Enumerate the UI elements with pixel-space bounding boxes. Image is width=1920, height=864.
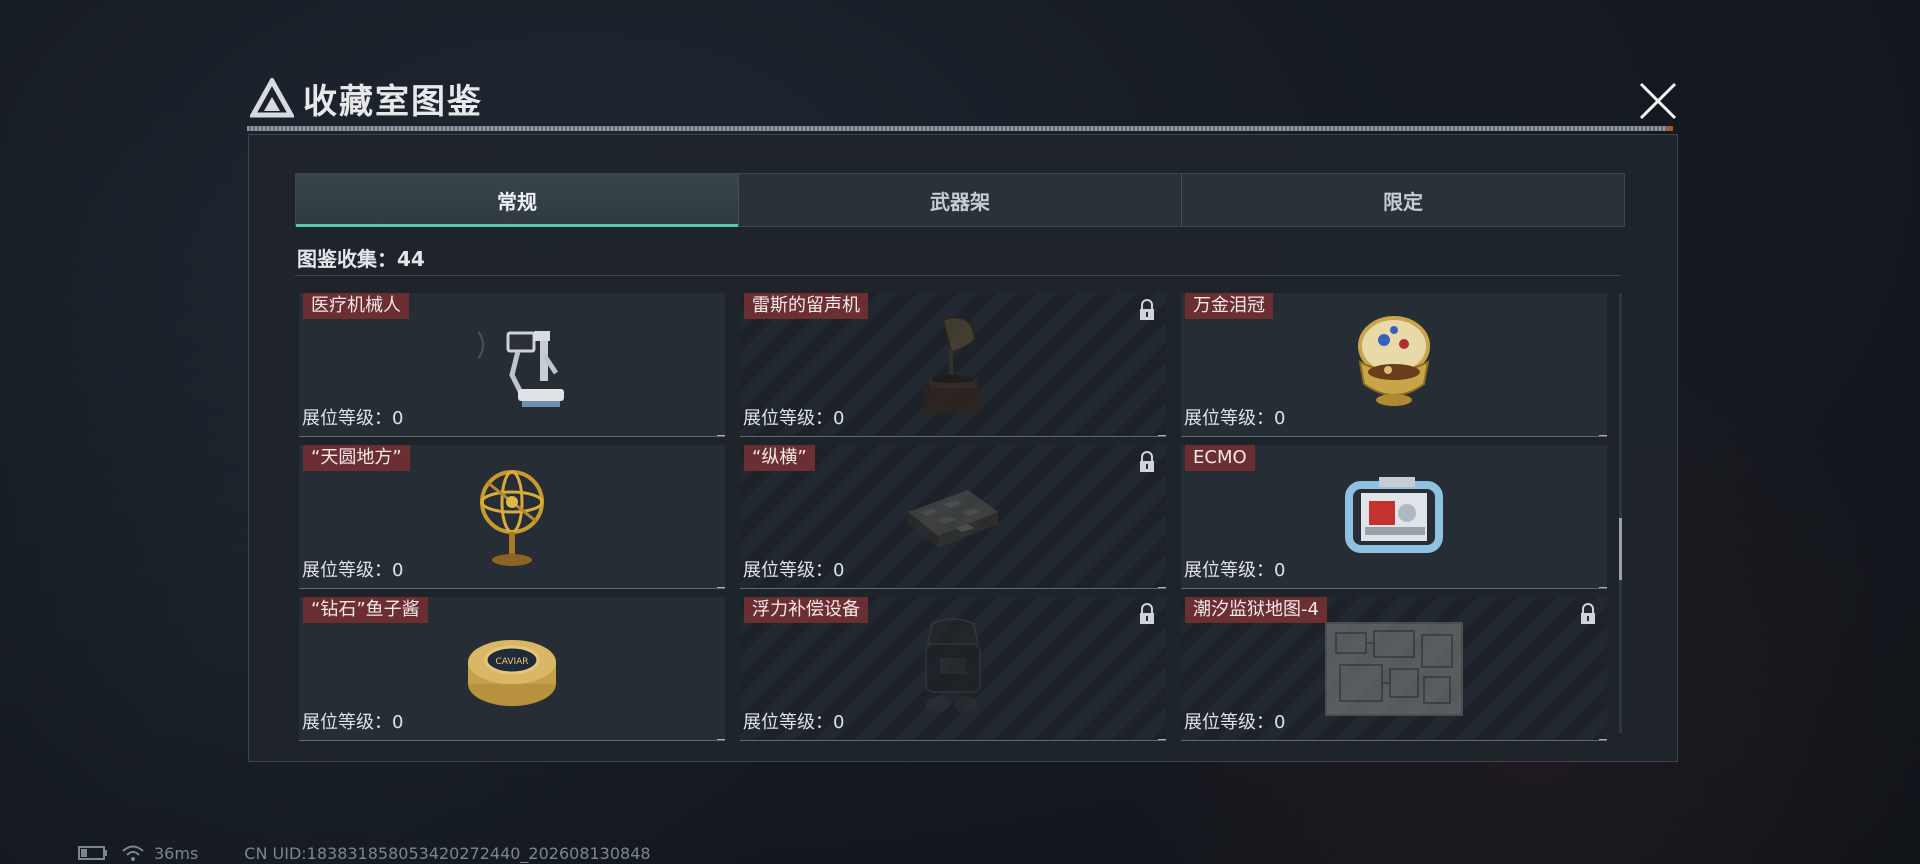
tab-regular[interactable]: 常规 [296,174,739,227]
item-name: 雷斯的留声机 [744,293,868,319]
item-name: “天圆地方” [303,445,410,471]
card-corner [1158,739,1166,740]
card-corner [717,435,725,436]
card-corner [1599,435,1607,436]
collection-panel: 常规 武器架 限定 图鉴收集：44 医疗机械人 展位等级：0 雷斯的留声机 展位… [248,134,1678,762]
card-corner [1158,587,1166,588]
svg-text:CAVIAR: CAVIAR [495,657,528,667]
lock-icon [1140,603,1154,624]
card-corner [717,587,725,588]
scrollbar[interactable] [1619,293,1622,733]
item-card[interactable]: CAVIAR “钻石”鱼子酱 展位等级：0 [299,597,725,741]
collection-count: 图鉴收集：44 [297,247,425,271]
item-level: 展位等级：0 [743,712,845,733]
item-card[interactable]: “天圆地方” 展位等级：0 [299,445,725,589]
status-bar: 36ms CN UID:183831858053420272440_202608… [78,843,651,863]
dialog-title: 收藏室图鉴 [303,82,483,122]
item-card[interactable]: 雷斯的留声机 展位等级：0 [740,293,1166,437]
item-name: 万金泪冠 [1185,293,1273,319]
item-card[interactable]: 万金泪冠 展位等级：0 [1181,293,1607,437]
item-grid: 医疗机械人 展位等级：0 雷斯的留声机 展位等级：0 万金泪冠 展位等级：0 “… [299,293,1611,741]
tab-bar: 常规 武器架 限定 [295,173,1625,227]
card-corner [1158,435,1166,436]
armillary-sphere-icon [480,470,544,567]
item-level: 展位等级：0 [1184,712,1286,733]
buoyancy-device-icon [925,617,981,712]
item-level: 展位等级：0 [302,560,404,581]
header-divider [247,126,1673,131]
item-name: 潮汐监狱地图-4 [1185,597,1327,623]
medical-robot-icon [478,329,565,407]
wifi-icon [122,845,144,861]
tab-weapon-rack[interactable]: 武器架 [739,174,1182,226]
delta-logo-icon [250,78,294,118]
item-level: 展位等级：0 [1184,408,1286,429]
jeweled-egg-icon [1358,315,1430,406]
ecmo-machine-icon [1345,476,1443,553]
lock-icon [1140,299,1154,320]
item-card[interactable]: ECMO 展位等级：0 [1181,445,1607,589]
item-card[interactable]: “纵横” 展位等级：0 [740,445,1166,589]
divider [295,275,1621,276]
item-card[interactable]: 潮汐监狱地图-4 展位等级：0 [1181,597,1607,741]
gramophone-icon [925,316,981,414]
dialog-header: 收藏室图鉴 [245,68,1677,132]
item-level: 展位等级：0 [743,560,845,581]
chess-board-icon [908,489,998,548]
item-name: 浮力补偿设备 [744,597,868,623]
ping-text: 36ms [154,843,199,863]
item-level: 展位等级：0 [1184,560,1286,581]
item-level: 展位等级：0 [302,408,404,429]
caviar-tin-icon: CAVIAR [468,639,556,706]
item-name: 医疗机械人 [303,293,409,319]
lock-icon [1581,603,1595,624]
item-card[interactable]: 医疗机械人 展位等级：0 [299,293,725,437]
card-corner [1599,587,1607,588]
item-name: “钻石”鱼子酱 [303,597,428,623]
item-level: 展位等级：0 [302,712,404,733]
uid-text: CN UID:183831858053420272440_20260813084… [244,843,651,863]
card-corner [717,739,725,740]
scroll-thumb[interactable] [1619,518,1622,580]
tab-limited[interactable]: 限定 [1182,174,1624,226]
item-name: “纵横” [744,445,815,471]
lock-icon [1140,451,1154,472]
close-icon[interactable] [1635,78,1681,124]
item-level: 展位等级：0 [743,408,845,429]
item-name: ECMO [1185,445,1255,471]
battery-icon [78,846,107,860]
card-corner [1599,739,1607,740]
prison-map-icon [1325,621,1463,716]
item-card[interactable]: 浮力补偿设备 展位等级：0 [740,597,1166,741]
